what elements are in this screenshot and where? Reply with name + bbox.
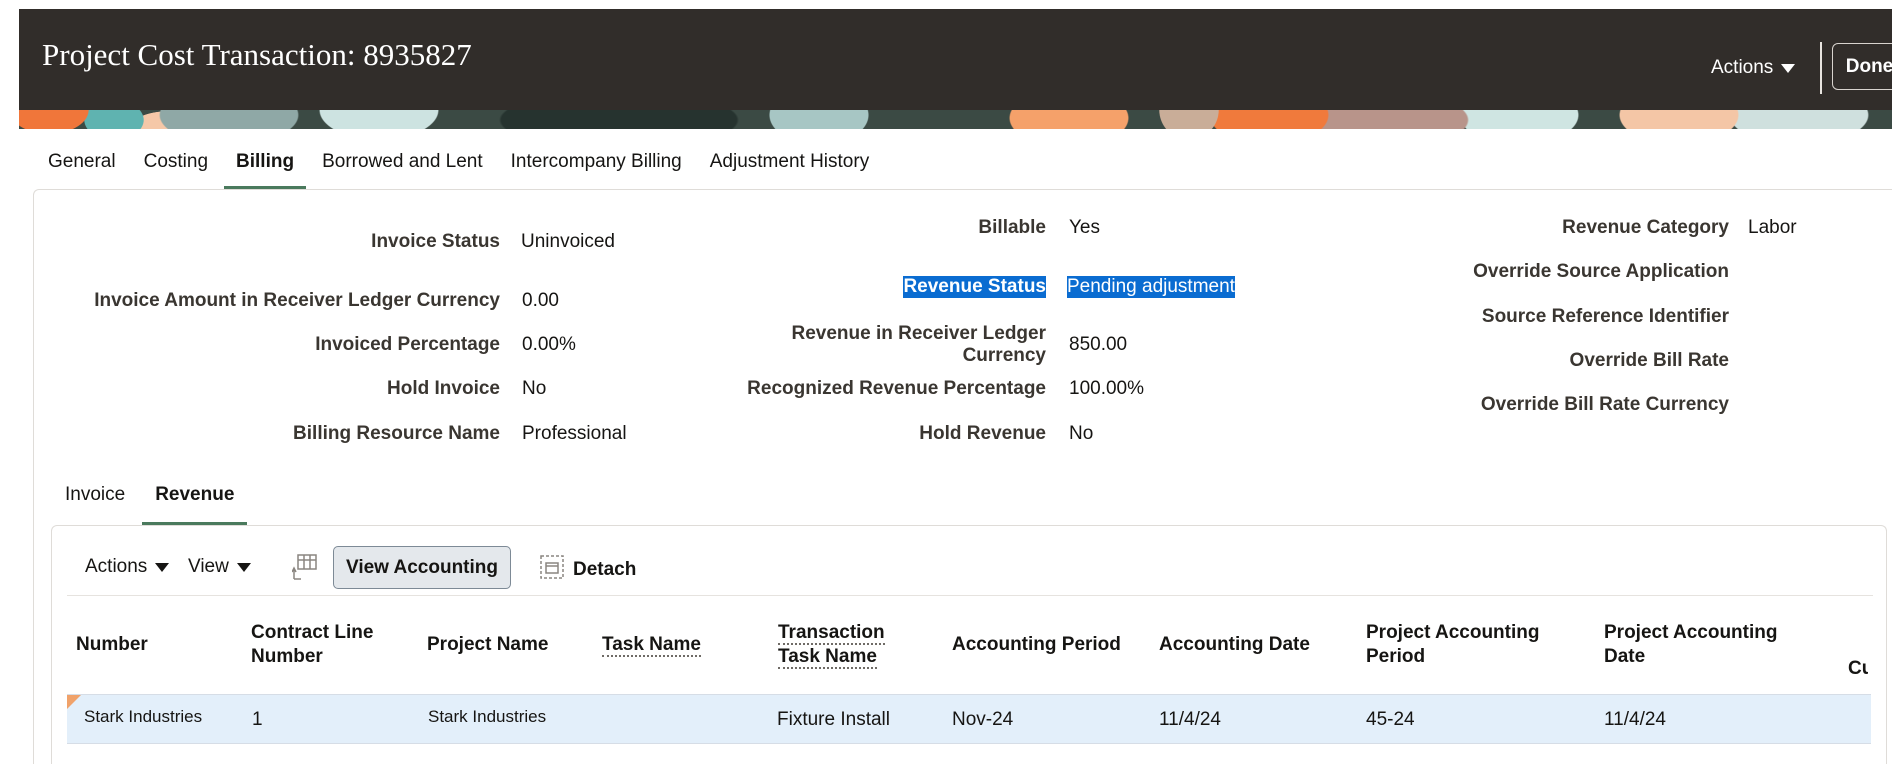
- table-actions-label: Actions: [85, 556, 148, 577]
- revenue-category-label: Revenue Category: [1562, 217, 1729, 238]
- revenue-status-value: Pending adjustment: [1067, 276, 1235, 298]
- tab-general[interactable]: General: [48, 145, 116, 190]
- page-title: Project Cost Transaction: 8935827: [42, 37, 472, 72]
- column-header-contract-line-number[interactable]: Contract Line Number: [251, 621, 401, 669]
- revenue-status-label: Revenue Status: [903, 276, 1046, 298]
- tab-billing[interactable]: Billing: [224, 145, 307, 190]
- freeze-columns-icon: [291, 553, 318, 587]
- detach-button[interactable]: Detach: [539, 554, 636, 586]
- override-bill-rate-currency-label: Override Bill Rate Currency: [1480, 394, 1729, 415]
- cell-contract-line-number: 1: [252, 709, 263, 730]
- column-header-accounting-date[interactable]: Accounting Date: [1159, 633, 1310, 657]
- cell-transaction-task-name: Fixture Install: [777, 709, 890, 730]
- hold-invoice-label: Hold Invoice: [387, 378, 500, 399]
- invoice-status-value: Uninvoiced: [521, 231, 615, 252]
- detach-label: Detach: [573, 559, 637, 580]
- page-header: Project Cost Transaction: 8935827 Action…: [19, 9, 1892, 110]
- tab-costing[interactable]: Costing: [144, 145, 208, 190]
- column-header-project-accounting-period[interactable]: Project Accounting Period: [1366, 621, 1566, 669]
- billing-resource-name-label: Billing Resource Name: [293, 423, 500, 444]
- subtab-revenue[interactable]: Revenue: [142, 484, 248, 526]
- view-accounting-button[interactable]: View Accounting: [333, 546, 511, 589]
- toolbar-divider: [67, 595, 1873, 596]
- cell-number: Stark Industries: [84, 707, 203, 726]
- hold-revenue-label: Hold Revenue: [919, 423, 1046, 444]
- override-bill-rate-label: Override Bill Rate: [1569, 350, 1729, 371]
- header-actions-menu[interactable]: Actions: [1711, 57, 1796, 79]
- header-divider: [1820, 42, 1822, 94]
- invoice-amount-value: 0.00: [522, 290, 559, 311]
- column-header-project-accounting-date[interactable]: Project Accounting Date: [1604, 621, 1804, 669]
- tab-adjustment-history[interactable]: Adjustment History: [710, 145, 869, 190]
- billable-label: Billable: [978, 217, 1046, 238]
- table-view-label: View: [188, 556, 229, 577]
- column-header-accounting-period[interactable]: Accounting Period: [952, 633, 1121, 657]
- column-header-truncated[interactable]: Cu: [1848, 657, 1868, 681]
- column-header-transaction-task-name[interactable]: Transaction Task Name: [778, 621, 918, 669]
- chevron-down-icon: [155, 562, 170, 572]
- invoiced-percentage-value: 0.00%: [522, 334, 576, 355]
- cell-accounting-date: 11/4/24: [1159, 709, 1221, 730]
- row-indicator-icon: [67, 695, 81, 709]
- decorative-banner: [19, 110, 1892, 129]
- source-reference-identifier-label: Source Reference Identifier: [1481, 306, 1729, 327]
- billable-value: Yes: [1069, 217, 1100, 238]
- cell-project-accounting-period: 45-24: [1366, 709, 1415, 730]
- cell-project-name: Stark Industries: [428, 707, 547, 726]
- tab-intercompany-billing[interactable]: Intercompany Billing: [511, 145, 682, 190]
- revenue-receiver-ledger-label: Revenue in Receiver Ledger Currency: [791, 323, 1047, 366]
- invoice-status-label: Invoice Status: [371, 231, 500, 252]
- column-header-project-name[interactable]: Project Name: [427, 633, 548, 657]
- hold-invoice-value: No: [522, 378, 547, 399]
- billing-resource-name-value: Professional: [522, 423, 627, 444]
- recognized-revenue-percentage-value: 100.00%: [1069, 378, 1145, 399]
- revenue-receiver-ledger-value: 850.00: [1069, 334, 1128, 355]
- chevron-down-icon: [236, 562, 251, 572]
- invoice-amount-label: Invoice Amount in Receiver Ledger Curren…: [94, 290, 500, 311]
- override-source-application-label: Override Source Application: [1473, 261, 1729, 282]
- tab-bar: General Costing Billing Borrowed and Len…: [48, 145, 897, 190]
- table-row[interactable]: Stark Industries 1 Stark Industries Fixt…: [67, 694, 1871, 744]
- revenue-subtab-bar: Invoice Revenue: [65, 484, 264, 526]
- column-header-number[interactable]: Number: [76, 633, 148, 657]
- invoiced-percentage-label: Invoiced Percentage: [315, 334, 500, 355]
- hold-revenue-value: No: [1069, 423, 1094, 444]
- header-actions-label: Actions: [1711, 57, 1774, 78]
- subtab-invoice[interactable]: Invoice: [65, 484, 125, 526]
- detach-icon: [539, 554, 565, 586]
- table-actions-menu[interactable]: Actions: [85, 556, 170, 578]
- column-header-task-name[interactable]: Task Name: [602, 633, 701, 657]
- tab-borrowed-and-lent[interactable]: Borrowed and Lent: [322, 145, 483, 190]
- table-view-menu[interactable]: View: [188, 556, 251, 578]
- cell-accounting-period: Nov-24: [952, 709, 1014, 730]
- revenue-category-value: Labor: [1748, 217, 1797, 238]
- freeze-columns-button[interactable]: [291, 553, 318, 587]
- chevron-down-icon: [1781, 63, 1796, 73]
- cell-project-accounting-date: 11/4/24: [1604, 709, 1666, 730]
- done-button[interactable]: Done: [1832, 43, 1892, 90]
- recognized-revenue-percentage-label: Recognized Revenue Percentage: [747, 378, 1046, 399]
